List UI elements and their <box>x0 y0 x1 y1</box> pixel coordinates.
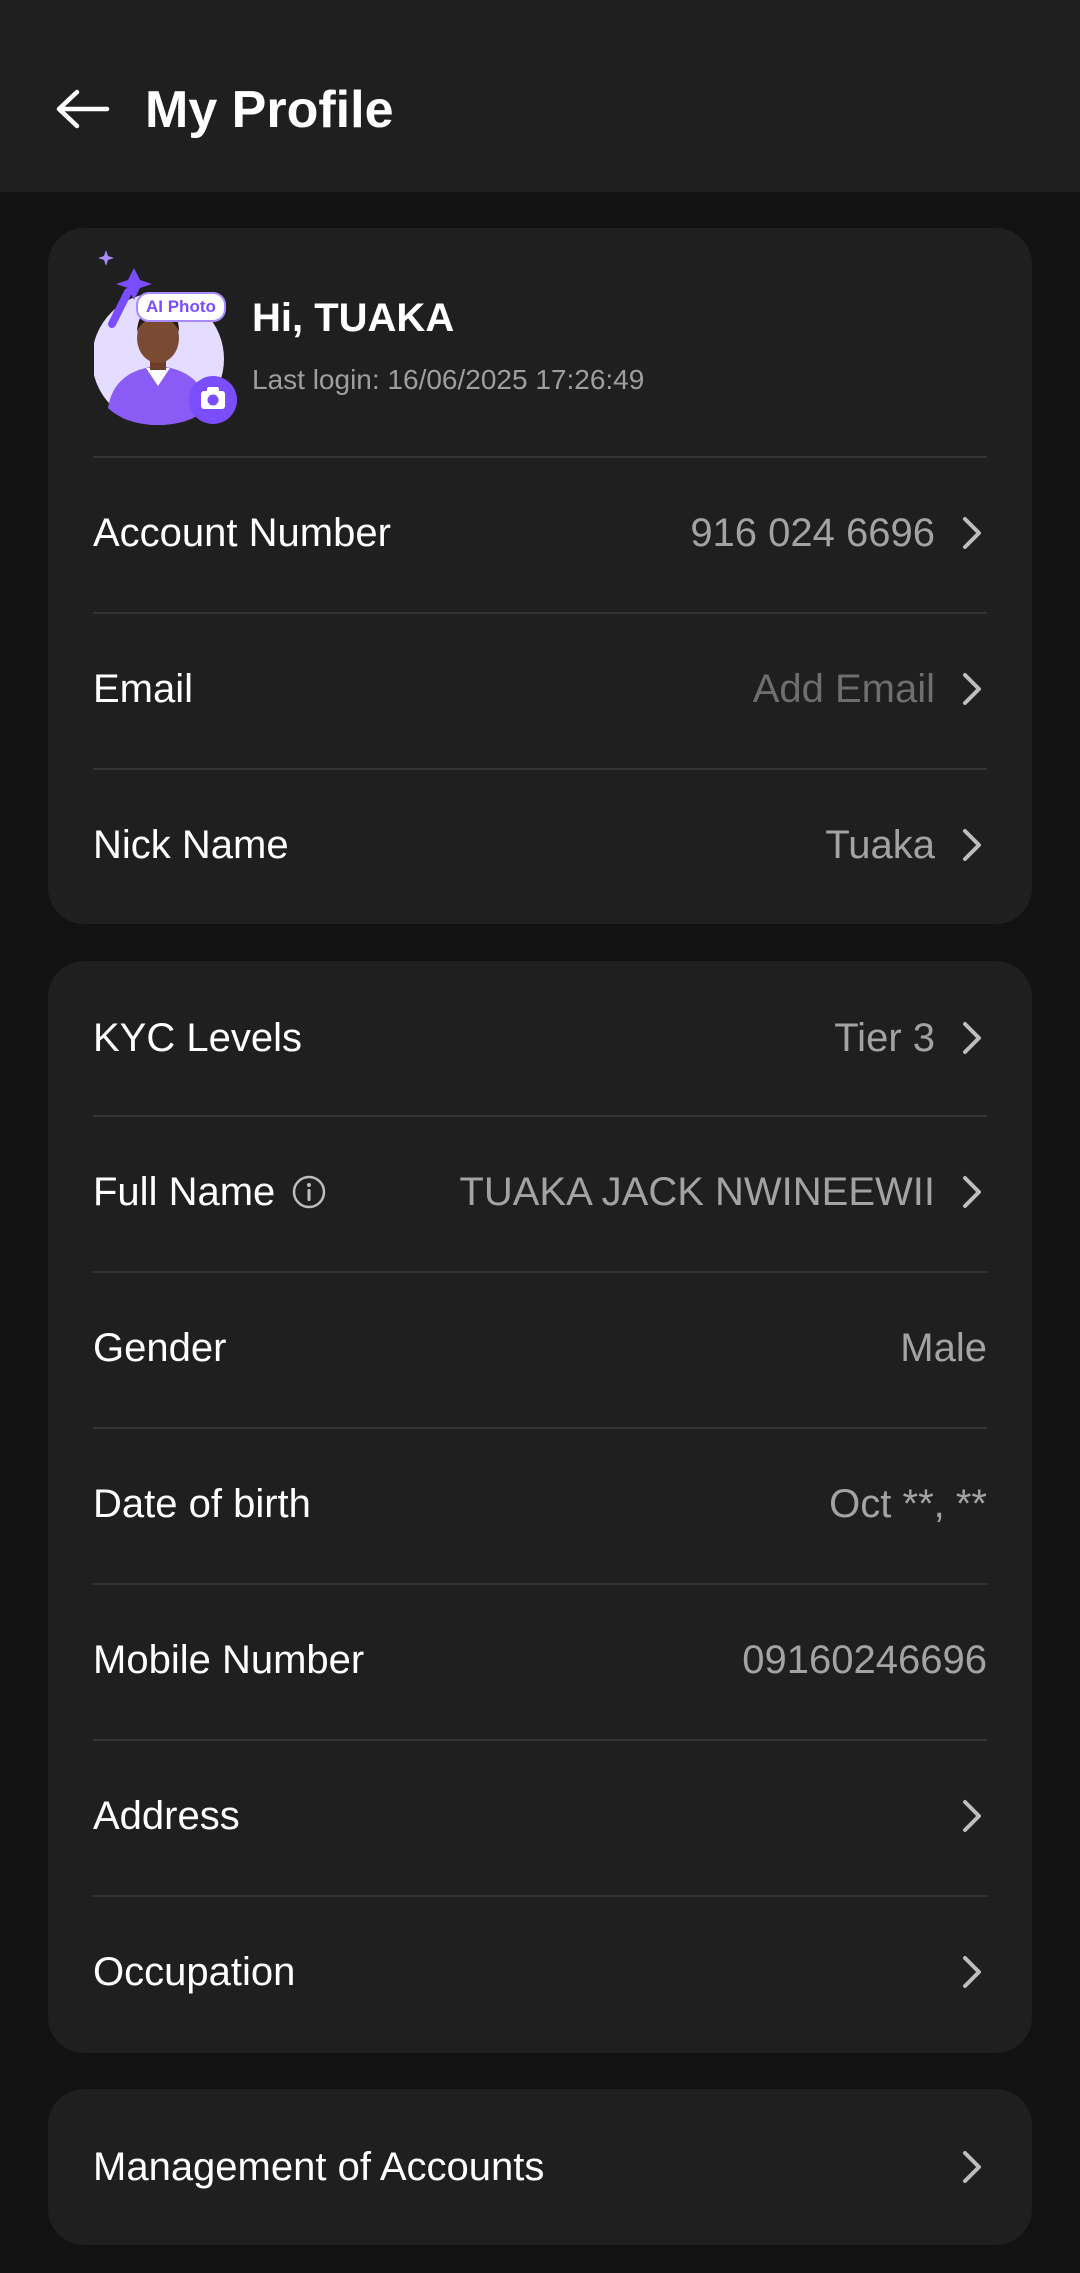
row-label: Management of Accounts <box>93 2145 545 2189</box>
row-account-number[interactable]: Account Number 916 024 6696 <box>93 456 987 610</box>
top-app-bar: My Profile <box>0 0 1080 192</box>
mobile-number-value: 09160246696 <box>742 1638 987 1682</box>
divider <box>93 1739 987 1741</box>
row-label: Gender <box>93 1326 227 1370</box>
back-button[interactable] <box>48 74 118 144</box>
row-address[interactable]: Address <box>93 1739 987 1893</box>
row-occupation[interactable]: Occupation <box>93 1895 987 2049</box>
row-label: Occupation <box>93 1950 296 1994</box>
full-name-value: TUAKA JACK NWINEEWII <box>459 1170 935 1214</box>
row-label: Mobile Number <box>93 1638 365 1682</box>
account-number-value: 916 024 6696 <box>690 511 935 555</box>
row-kyc-levels[interactable]: KYC Levels Tier 3 <box>93 961 987 1115</box>
divider <box>93 1271 987 1273</box>
account-card: AI Photo Hi, TUAKA Last login: 16/06/202… <box>48 228 1032 924</box>
row-label: Date of birth <box>93 1482 311 1526</box>
avatar[interactable]: AI Photo <box>92 248 244 438</box>
chevron-right-icon <box>957 1796 987 1836</box>
gender-value: Male <box>900 1326 987 1370</box>
chevron-right-icon <box>957 1018 987 1058</box>
greeting: Hi, TUAKA <box>252 296 455 340</box>
row-management-of-accounts[interactable]: Management of Accounts <box>93 2090 987 2244</box>
divider <box>93 612 987 614</box>
date-of-birth-value: Oct **, ** <box>829 1482 987 1526</box>
row-date-of-birth: Date of birth Oct **, ** <box>93 1427 987 1581</box>
row-full-name[interactable]: Full Name TUAKA JACK NWINEEWII <box>93 1115 987 1269</box>
kyc-level-value: Tier 3 <box>834 1016 935 1060</box>
divider <box>93 1115 987 1117</box>
chevron-right-icon <box>957 2147 987 2187</box>
row-label: Address <box>93 1794 240 1838</box>
divider <box>93 456 987 458</box>
nick-name-value: Tuaka <box>825 823 935 867</box>
arrow-left-icon <box>56 89 110 129</box>
info-icon[interactable] <box>291 1174 327 1210</box>
row-nick-name[interactable]: Nick Name Tuaka <box>93 768 987 922</box>
full-name-label: Full Name <box>93 1170 276 1214</box>
profile-header: AI Photo Hi, TUAKA Last login: 16/06/202… <box>48 228 1032 458</box>
row-label: Account Number <box>93 511 391 555</box>
chevron-right-icon <box>957 513 987 553</box>
row-label: KYC Levels <box>93 1016 302 1060</box>
divider <box>93 1583 987 1585</box>
page-title: My Profile <box>145 81 394 139</box>
divider <box>93 768 987 770</box>
ai-photo-badge-label: AI Photo <box>146 297 216 316</box>
camera-icon[interactable] <box>189 376 237 424</box>
row-label: Full Name <box>93 1168 327 1216</box>
row-label: Email <box>93 667 194 711</box>
divider <box>93 1427 987 1429</box>
ai-photo-badge: AI Photo <box>136 292 226 322</box>
email-value: Add Email <box>752 667 935 711</box>
chevron-right-icon <box>957 825 987 865</box>
chevron-right-icon <box>957 1952 987 1992</box>
row-email[interactable]: Email Add Email <box>93 612 987 766</box>
management-card: Management of Accounts <box>48 2089 1032 2245</box>
row-mobile-number: Mobile Number 09160246696 <box>93 1583 987 1737</box>
personal-info-card: KYC Levels Tier 3 Full Name TUAKA JACK N… <box>48 961 1032 2053</box>
chevron-right-icon <box>957 1172 987 1212</box>
divider <box>93 1895 987 1897</box>
row-label: Nick Name <box>93 823 289 867</box>
row-gender: Gender Male <box>93 1271 987 1425</box>
last-login: Last login: 16/06/2025 17:26:49 <box>252 364 645 395</box>
chevron-right-icon <box>957 669 987 709</box>
